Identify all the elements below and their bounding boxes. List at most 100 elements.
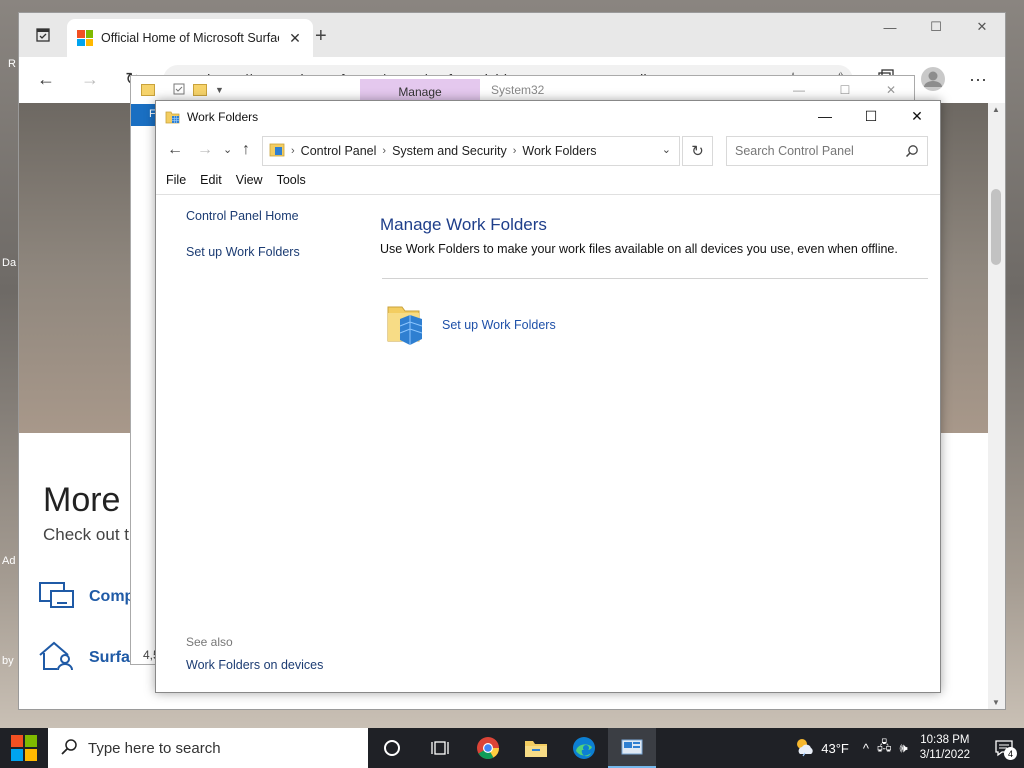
main-content: Manage Work Folders Use Work Folders to … — [380, 195, 930, 685]
desktop-icon-label[interactable]: Ad — [2, 555, 15, 567]
divider — [382, 278, 928, 279]
setup-work-folders-side-link[interactable]: Set up Work Folders — [186, 245, 300, 259]
breadcrumb-control-panel[interactable]: Control Panel — [301, 144, 377, 158]
forward-button[interactable]: → — [197, 141, 213, 159]
file-explorer-taskbar-button[interactable] — [512, 728, 560, 768]
chrome-taskbar-button[interactable] — [464, 728, 512, 768]
notification-count-badge: 4 — [1004, 747, 1017, 760]
search-icon — [60, 738, 78, 759]
new-tab-button[interactable]: + — [315, 25, 327, 48]
tab-close-icon[interactable]: ✕ — [287, 30, 303, 47]
windows-logo-icon — [11, 735, 37, 761]
clock-date: 3/11/2022 — [919, 749, 970, 761]
file-explorer-icon — [525, 741, 547, 757]
setup-work-folders-link[interactable]: Set up Work Folders — [442, 318, 556, 332]
taskbar-search-input[interactable] — [88, 739, 348, 757]
menu-view[interactable]: View — [236, 173, 263, 194]
scroll-down-icon[interactable]: ▼ — [992, 698, 1000, 707]
back-button[interactable]: ← — [37, 69, 55, 90]
show-hidden-icons-chevron-icon[interactable]: ^ — [863, 741, 869, 756]
left-task-pane: Control Panel Home Set up Work Folders S… — [156, 195, 376, 692]
close-button[interactable]: ✕ — [894, 101, 940, 131]
search-input[interactable] — [727, 137, 897, 165]
start-button[interactable] — [0, 728, 48, 768]
browser-window-controls: — ☐ ✕ — [867, 13, 1005, 41]
weather-temperature[interactable]: 43°F — [821, 741, 849, 756]
recent-locations-chevron-icon[interactable]: ⌄ — [223, 143, 232, 156]
menu-file[interactable]: File — [166, 173, 186, 194]
browser-tab-surface[interactable]: Official Home of Microsoft Surface ✕ — [67, 19, 313, 57]
page-scrollbar[interactable]: ▲ ▼ — [988, 103, 1005, 709]
breadcrumb-separator-icon: › — [382, 145, 387, 157]
volume-icon[interactable]: 🕪 — [899, 740, 907, 756]
page-description: Use Work Folders to make your work files… — [380, 242, 898, 256]
desktop-icon-label[interactable]: by — [2, 655, 14, 667]
maximize-button[interactable]: ☐ — [848, 101, 894, 131]
notification-center-button[interactable]: 4 — [984, 728, 1024, 768]
cortana-button[interactable] — [368, 728, 416, 768]
breadcrumb-work-folders[interactable]: Work Folders — [522, 144, 596, 158]
section-subtitle: Check out t — [43, 525, 129, 544]
work-folders-icon — [165, 109, 181, 125]
menu-tools[interactable]: Tools — [277, 173, 306, 194]
new-folder-icon[interactable] — [193, 84, 207, 96]
taskbar-search-box[interactable] — [48, 728, 368, 768]
address-dropdown-icon[interactable]: ⌄ — [662, 143, 671, 156]
task-view-icon — [431, 741, 449, 755]
weather-icon[interactable] — [793, 737, 817, 760]
work-folders-devices-link[interactable]: Work Folders on devices — [186, 658, 323, 672]
browser-tab-bar: Official Home of Microsoft Surface ✕ + —… — [19, 13, 1005, 57]
breadcrumb-system-security[interactable]: System and Security — [392, 144, 507, 158]
settings-more-button[interactable]: ··· — [969, 69, 987, 90]
desktop-icon-label[interactable]: R — [8, 58, 16, 70]
up-button[interactable]: ↑ — [242, 141, 250, 159]
home-person-icon — [37, 639, 77, 673]
minimize-button[interactable]: — — [802, 101, 848, 131]
quick-access-dropdown-icon[interactable]: ▼ — [215, 85, 224, 95]
work-folders-large-icon[interactable] — [386, 301, 424, 347]
minimize-button[interactable]: — — [867, 13, 913, 41]
tab-actions-icon[interactable] — [35, 27, 51, 46]
menu-bar: File Edit View Tools — [156, 173, 940, 195]
taskbar: 43°F ^ 🖧 🕪 10:38 PM 3/11/2022 4 — [0, 728, 1024, 768]
cortana-icon — [384, 740, 400, 756]
see-also-heading: See also — [186, 635, 233, 649]
network-icon[interactable]: 🖧 — [877, 737, 892, 759]
scroll-up-icon[interactable]: ▲ — [992, 105, 1000, 114]
search-icon[interactable] — [905, 144, 919, 161]
breadcrumb[interactable]: › Control Panel › System and Security › … — [262, 136, 680, 166]
edge-icon — [573, 737, 595, 759]
forward-button[interactable]: → — [81, 69, 99, 90]
clock-time: 10:38 PM — [920, 734, 970, 746]
menu-edit[interactable]: Edit — [200, 173, 222, 194]
back-button[interactable]: ← — [167, 141, 183, 159]
taskbar-clock[interactable]: 10:38 PM 3/11/2022 — [920, 733, 970, 763]
control-panel-taskbar-button[interactable] — [608, 728, 656, 768]
maximize-button[interactable]: ☐ — [913, 13, 959, 41]
edge-taskbar-button[interactable] — [560, 728, 608, 768]
scrollbar-thumb[interactable] — [991, 189, 1001, 265]
chrome-icon — [477, 737, 499, 759]
window-titlebar[interactable]: Work Folders — ☐ ✕ — [156, 101, 940, 133]
control-panel-icon — [621, 739, 643, 755]
breadcrumb-separator-icon: › — [291, 145, 295, 157]
tab-title: Official Home of Microsoft Surface — [101, 31, 279, 45]
close-button[interactable]: ✕ — [959, 13, 1005, 41]
microsoft-logo-icon — [77, 30, 93, 46]
control-panel-home-link[interactable]: Control Panel Home — [186, 209, 299, 223]
breadcrumb-separator-icon: › — [512, 145, 517, 157]
system32-title: System32 — [491, 83, 545, 97]
file-ribbon-tab[interactable]: F — [131, 104, 157, 126]
properties-icon[interactable] — [173, 83, 185, 98]
work-folders-window: Work Folders — ☐ ✕ ← → ⌄ ↑ › Control Pan… — [155, 100, 941, 693]
window-title: Work Folders — [187, 110, 259, 124]
computer-icon — [37, 579, 77, 613]
window-controls: — ☐ ✕ — [802, 101, 940, 131]
refresh-button[interactable]: ↻ — [682, 136, 713, 166]
desktop-icon-label[interactable]: Da — [2, 257, 16, 269]
task-view-button[interactable] — [416, 728, 464, 768]
page-title: Manage Work Folders — [380, 215, 547, 234]
profile-avatar[interactable] — [921, 67, 945, 96]
search-box[interactable] — [726, 136, 928, 166]
control-panel-icon — [269, 142, 285, 161]
